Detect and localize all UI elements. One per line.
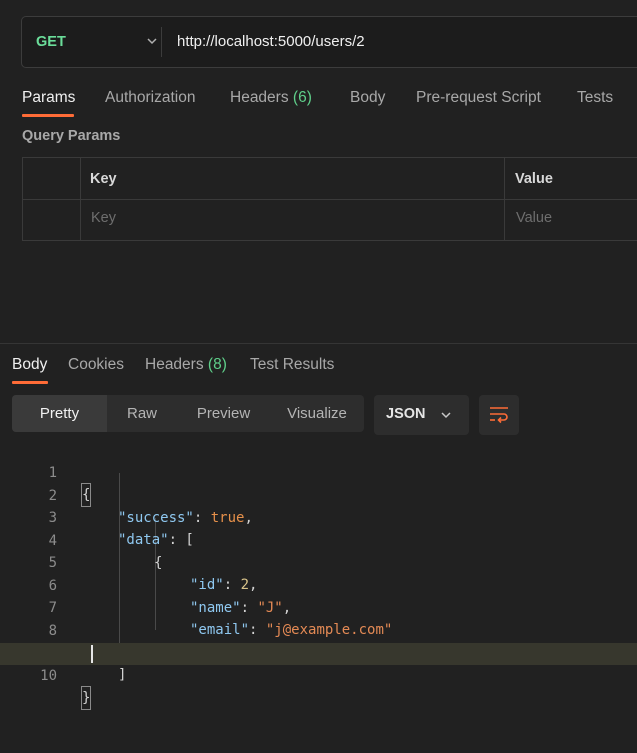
response-tab-test-results[interactable]: Test Results (250, 356, 334, 374)
tab-pre-request-script[interactable]: Pre-request Script (416, 89, 541, 107)
tab-label: Pre-request Script (416, 89, 541, 106)
view-mode-raw[interactable]: Raw (107, 395, 177, 432)
tab-tests[interactable]: Tests (577, 89, 613, 107)
tab-body[interactable]: Body (350, 89, 385, 107)
chevron-down-icon[interactable] (146, 35, 158, 47)
param-value-input[interactable]: Value (516, 210, 552, 226)
text-wrap-icon (490, 407, 508, 424)
query-params-title: Query Params (22, 128, 121, 144)
column-divider (504, 158, 505, 240)
code-line: 7 "email": "j@example.com" (0, 575, 637, 638)
format-select[interactable]: JSON (374, 395, 469, 435)
chevron-down-icon (441, 412, 451, 419)
code-line-current: 10 } (0, 642, 637, 710)
method-select[interactable]: GET (36, 34, 66, 50)
response-tab-headers[interactable]: Headers (8) (145, 356, 227, 374)
text-cursor (91, 644, 93, 663)
format-label: JSON (386, 406, 426, 422)
active-tab-indicator (22, 114, 74, 117)
code-line: 3 "data": [ (0, 485, 637, 548)
view-mode-selector: Pretty Raw Preview Visualize (12, 395, 364, 432)
view-mode-pretty[interactable]: Pretty (12, 395, 107, 432)
response-body-editor[interactable]: 1 { 2 "success": true, 3 "data": [ 4 { 5… (0, 440, 637, 710)
url-input[interactable]: http://localhost:5000/users/2 (177, 33, 365, 50)
url-divider (161, 27, 162, 57)
tab-label: Authorization (105, 89, 196, 106)
response-tab-cookies[interactable]: Cookies (68, 356, 124, 374)
tab-headers[interactable]: Headers (6) (230, 89, 312, 107)
param-key-input[interactable]: Key (91, 210, 116, 226)
code-text: } (80, 685, 92, 710)
tab-label: Body (350, 89, 386, 106)
column-divider (80, 158, 81, 240)
wrap-lines-button[interactable] (479, 395, 519, 435)
pane-resize-handle[interactable] (0, 343, 637, 344)
headers-count: (6) (292, 89, 312, 106)
tab-label: Params (22, 89, 76, 106)
tab-label: Tests (577, 89, 614, 106)
code-line: 8 } (0, 598, 637, 661)
code-line: 9 ] (0, 620, 637, 683)
view-mode-visualize[interactable]: Visualize (270, 395, 364, 432)
tab-label: Headers (145, 356, 204, 373)
active-response-tab-indicator (12, 381, 48, 384)
code-line: 1 { (0, 440, 637, 507)
tab-label: Headers (230, 89, 289, 106)
column-header-value: Value (515, 171, 553, 187)
code-line: 6 "name": "J", (0, 553, 637, 616)
code-line: 2 "success": true, (0, 463, 637, 526)
tab-authorization[interactable]: Authorization (105, 89, 195, 107)
code-text: ] (118, 667, 127, 683)
line-number: 10 (40, 667, 57, 684)
headers-count: (8) (207, 356, 227, 373)
response-tab-body[interactable]: Body (12, 356, 47, 374)
column-header-key: Key (90, 171, 117, 187)
request-tabs: Params Authorization Headers (6) Body Pr… (0, 86, 637, 120)
view-mode-preview[interactable]: Preview (177, 395, 270, 432)
tab-params[interactable]: Params (22, 89, 75, 107)
code-line: 4 { (0, 508, 637, 571)
query-params-table: Key Value Key Value (22, 157, 637, 241)
table-divider (23, 199, 637, 200)
code-line: 5 "id": 2, (0, 530, 637, 593)
request-url-bar: GET http://localhost:5000/users/2 (21, 16, 637, 68)
